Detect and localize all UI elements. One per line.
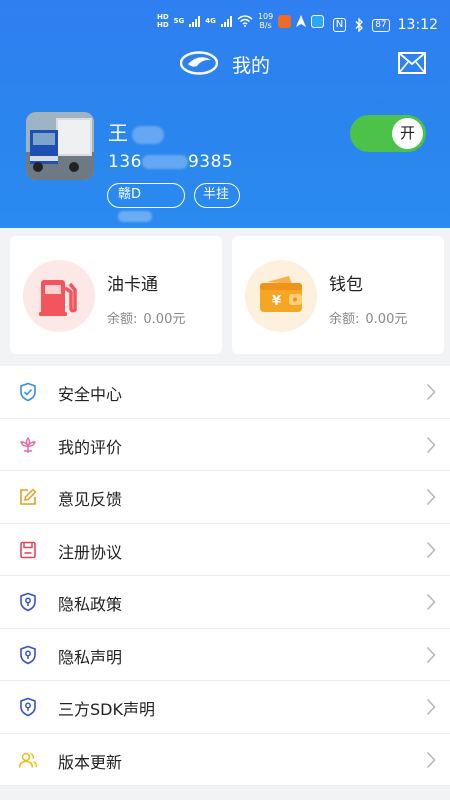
chevron-right-icon	[426, 646, 436, 663]
save-document-icon	[20, 541, 36, 558]
toggle-knob-label: 开	[392, 118, 423, 149]
menu-item-label: 三方SDK声明	[58, 700, 155, 719]
chevron-right-icon	[426, 383, 436, 401]
masked-name	[132, 125, 164, 144]
svg-text:¥: ¥	[272, 294, 281, 309]
menu-item-feedback[interactable]: 意见反馈	[0, 471, 450, 524]
menu-item-third-party-sdk[interactable]: 三方SDK声明	[0, 681, 450, 734]
wallet-balance-value: 0.00元	[365, 312, 408, 327]
chevron-right-icon	[426, 751, 436, 768]
brand-logo-icon	[180, 51, 218, 75]
masked-plate	[118, 211, 152, 222]
menu-item-registration-agreement[interactable]: 注册协议	[0, 524, 450, 576]
location-arrow-icon	[296, 15, 307, 27]
signal-icon	[220, 15, 232, 27]
menu-item-label: 安全中心	[58, 385, 123, 404]
plate-prefix: 赣D	[118, 187, 142, 202]
status-toggle[interactable]: 开	[350, 115, 426, 152]
menu-item-version-update[interactable]: 版本更新	[0, 734, 450, 786]
phone-number: 136 9385	[108, 152, 233, 172]
signal-icon	[189, 15, 201, 27]
wallet-card[interactable]: ¥ 钱包 余额: 0.00元	[232, 236, 444, 354]
menu-item-privacy-statement[interactable]: 隐私声明	[0, 629, 450, 681]
phone-prefix: 136	[108, 152, 142, 172]
chevron-right-icon	[426, 698, 436, 716]
chevron-right-icon	[426, 593, 436, 611]
flower-icon	[19, 436, 37, 453]
clock: 13:12	[397, 17, 438, 33]
status-bar: HD HD 5G 4G 109 B/s N 87 13:12	[0, 0, 450, 40]
app-notification-icon	[278, 14, 292, 28]
phone-suffix: 9385	[187, 152, 234, 172]
wallet-card-icon-bg: ¥	[245, 260, 317, 332]
signal-2-label: 4G	[205, 17, 216, 25]
users-icon	[18, 752, 38, 768]
wifi-icon	[237, 15, 253, 27]
avatar[interactable]	[26, 112, 94, 180]
fuel-card-balance: 余额: 0.00元	[107, 308, 185, 327]
menu-item-label: 隐私政策	[58, 595, 123, 614]
fuel-pump-icon	[39, 280, 77, 316]
chevron-right-icon	[426, 541, 436, 558]
truck-photo-icon	[26, 112, 94, 180]
shield-check-icon	[20, 382, 36, 402]
menu-item-label: 我的评价	[58, 437, 123, 457]
net-speed: 109 B/s	[258, 12, 273, 30]
shield-key-icon	[20, 697, 36, 717]
battery-icon: 87	[372, 18, 390, 32]
settings-menu: 安全中心 我的评价 意见反馈 注册协议 隐私政策 隐私声明 三方SDK声明 版本…	[0, 366, 450, 786]
nfc-icon: N	[332, 18, 347, 32]
shield-key-icon	[20, 592, 36, 612]
hd-indicator-1: HD	[157, 13, 169, 21]
bluetooth-icon	[355, 18, 364, 32]
chevron-right-icon	[426, 436, 436, 453]
wallet-balance-label: 余额:	[329, 312, 360, 327]
signal-1-label: 5G	[173, 17, 185, 25]
cloud-app-icon	[311, 14, 325, 28]
user-name: 王	[108, 117, 164, 146]
fuel-balance-value: 0.00元	[143, 312, 186, 327]
menu-item-label: 隐私声明	[58, 647, 123, 667]
menu-item-security-center[interactable]: 安全中心	[0, 366, 450, 419]
wallet-card-title: 钱包	[329, 275, 363, 295]
page-title: 我的	[232, 55, 271, 77]
shield-key-icon	[20, 645, 36, 664]
hd-indicator-2: HD	[157, 21, 169, 29]
fuel-card-title: 油卡通	[107, 275, 158, 295]
trailer-tag: 半挂	[194, 183, 240, 208]
menu-item-label: 版本更新	[58, 752, 123, 772]
net-speed-value: 109	[257, 12, 274, 21]
user-name-text: 王	[108, 121, 128, 145]
mail-icon[interactable]	[398, 52, 426, 74]
chevron-right-icon	[426, 488, 436, 506]
fuel-card-icon-bg	[23, 260, 95, 332]
hd-indicators: HD HD	[157, 13, 169, 29]
profile-header: HD HD 5G 4G 109 B/s N 87 13:12 我的 王 136 …	[0, 0, 450, 228]
wallet-icon: ¥	[260, 276, 302, 312]
plate-tag: 赣D	[107, 183, 185, 222]
nav-bar: 我的	[0, 46, 450, 82]
fuel-balance-label: 余额:	[107, 312, 138, 327]
menu-item-label: 注册协议	[58, 542, 123, 562]
menu-item-label: 意见反馈	[58, 490, 123, 509]
menu-item-my-reviews[interactable]: 我的评价	[0, 419, 450, 471]
menu-item-privacy-policy[interactable]: 隐私政策	[0, 576, 450, 629]
edit-icon	[20, 488, 37, 505]
fuel-card[interactable]: 油卡通 余额: 0.00元	[10, 236, 222, 354]
wallet-card-balance: 余额: 0.00元	[329, 308, 407, 327]
masked-phone	[141, 155, 188, 169]
net-speed-unit: B/s	[259, 21, 272, 30]
